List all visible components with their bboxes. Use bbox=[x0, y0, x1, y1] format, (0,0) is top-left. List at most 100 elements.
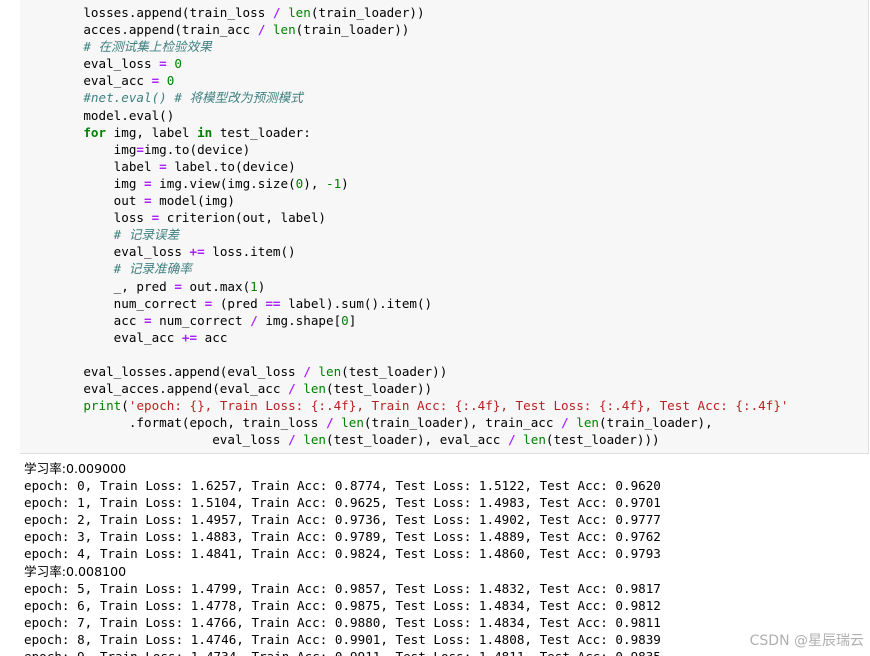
code-token: = bbox=[174, 278, 182, 294]
code-line: .format(epoch, train_loss / len(train_lo… bbox=[53, 414, 868, 431]
code-token: = bbox=[159, 158, 167, 174]
code-token: img.shape[ bbox=[257, 312, 342, 328]
code-token: (test_loader))) bbox=[545, 432, 660, 448]
code-line: eval_loss / len(test_loader), eval_acc /… bbox=[53, 431, 868, 448]
code-token: ) bbox=[257, 278, 266, 294]
code-line: label = label.to(device) bbox=[53, 158, 868, 175]
code-token: 'epoch: {}, Train Loss: {:.4f}, Train Ac… bbox=[128, 398, 789, 414]
code-line: _, pred = out.max(1) bbox=[53, 278, 868, 295]
code-line: eval_loss = 0 bbox=[53, 55, 868, 72]
code-token: = bbox=[144, 175, 152, 191]
code-token: img.view(img.size( bbox=[151, 175, 296, 191]
code-token: = bbox=[159, 56, 167, 72]
code-token: 1 bbox=[250, 278, 258, 294]
code-token: criterion(out, label) bbox=[159, 210, 326, 226]
epoch-output-line: epoch: 1, Train Loss: 1.5104, Train Acc:… bbox=[24, 495, 661, 511]
code-token: / bbox=[250, 312, 258, 328]
code-line: loss = criterion(out, label) bbox=[53, 209, 868, 226]
code-token: (train_loader)) bbox=[310, 5, 425, 20]
epoch-output-line: epoch: 8, Train Loss: 1.4746, Train Acc:… bbox=[24, 631, 661, 647]
code-token: acces.append(train_acc bbox=[53, 22, 258, 38]
code-token: ( bbox=[121, 398, 129, 414]
code-line: losses.append(train_loss / len(train_loa… bbox=[53, 4, 868, 21]
code-token: 0 bbox=[341, 312, 349, 328]
code-token: test_loader: bbox=[212, 124, 311, 140]
code-token: len bbox=[288, 5, 311, 20]
code-line: eval_acces.append(eval_acc / len(test_lo… bbox=[53, 380, 868, 397]
code-token: img.to(device) bbox=[144, 141, 251, 157]
code-token: / bbox=[561, 415, 569, 431]
learning-rate-line: 学习率:0.008100 bbox=[24, 563, 127, 579]
code-token: += bbox=[181, 329, 198, 345]
code-token: .format(epoch, train_loss bbox=[53, 415, 326, 431]
csdn-watermark: CSDN @星辰瑞云 bbox=[749, 633, 864, 649]
code-token: (pred bbox=[212, 295, 266, 311]
code-token: acc bbox=[53, 312, 144, 328]
code-token: label bbox=[53, 158, 160, 174]
code-token: == bbox=[265, 295, 281, 311]
code-token: loss bbox=[53, 210, 152, 226]
code-token: len bbox=[341, 415, 364, 431]
code-token: = bbox=[144, 193, 152, 209]
code-token: / bbox=[507, 432, 516, 448]
code-token: out bbox=[53, 193, 144, 209]
code-token: eval_loss bbox=[53, 432, 289, 448]
code-token: 0 bbox=[174, 56, 182, 72]
code-token: (train_loader), train_acc bbox=[363, 415, 562, 431]
code-token: = bbox=[136, 141, 144, 157]
code-cell[interactable]: losses.append(train_loss / len(train_loa… bbox=[20, 0, 869, 454]
code-line: # 在测试集上检验效果 bbox=[53, 38, 868, 55]
epoch-output-line: epoch: 6, Train Loss: 1.4778, Train Acc:… bbox=[24, 597, 661, 613]
code-token: label.to(device) bbox=[166, 158, 296, 174]
code-token: losses.append(train_loss bbox=[53, 5, 273, 20]
code-token: # 记录准确率 bbox=[53, 261, 192, 277]
code-line: for img, label in test_loader: bbox=[53, 124, 868, 141]
code-line: img=img.to(device) bbox=[53, 141, 868, 158]
code-line: # 记录误差 bbox=[53, 226, 868, 243]
code-token: img bbox=[53, 175, 144, 191]
code-line: model.eval() bbox=[53, 107, 868, 124]
code-token: len bbox=[576, 415, 599, 431]
code-token: model(img) bbox=[151, 193, 235, 209]
code-token: len bbox=[303, 432, 326, 448]
code-token: / bbox=[288, 432, 296, 448]
epoch-output-line: epoch: 2, Train Loss: 1.4957, Train Acc:… bbox=[24, 512, 661, 528]
code-line: num_correct = (pred == label).sum().item… bbox=[53, 295, 868, 312]
code-token: 0 bbox=[166, 73, 175, 89]
code-token: len bbox=[303, 381, 326, 397]
code-token: eval_loss bbox=[53, 56, 160, 72]
epoch-output-line: epoch: 4, Train Loss: 1.4841, Train Acc:… bbox=[24, 546, 661, 562]
code-token: in bbox=[197, 124, 213, 140]
code-line: eval_loss += loss.item() bbox=[53, 243, 868, 260]
code-line: # 记录准确率 bbox=[53, 260, 868, 277]
code-token: num_correct bbox=[53, 295, 205, 311]
code-token: # 记录误差 bbox=[53, 227, 180, 243]
code-line: eval_acc = 0 bbox=[53, 72, 868, 89]
code-token: ) bbox=[341, 175, 349, 191]
code-token: _, pred bbox=[53, 278, 175, 294]
code-line: eval_acc += acc bbox=[53, 329, 868, 346]
code-token: eval_acc bbox=[53, 73, 152, 89]
code-token: (test_loader)) bbox=[341, 363, 448, 379]
epoch-output-line: epoch: 5, Train Loss: 1.4799, Train Acc:… bbox=[24, 580, 661, 596]
code-token: for bbox=[83, 124, 107, 140]
code-token: len bbox=[523, 432, 546, 448]
epoch-output-line: epoch: 0, Train Loss: 1.6257, Train Acc:… bbox=[24, 478, 661, 494]
code-token: eval_acc bbox=[53, 329, 182, 345]
code-token: loss.item() bbox=[204, 244, 296, 260]
code-line: acc = num_correct / img.shape[0] bbox=[53, 312, 868, 329]
code-token: img, label bbox=[106, 124, 198, 140]
output-area: 学习率:0.009000 epoch: 0, Train Loss: 1.6257… bbox=[24, 460, 864, 656]
code-line: out = model(img) bbox=[53, 192, 868, 209]
code-token: / bbox=[303, 363, 311, 379]
code-token: += bbox=[189, 244, 205, 260]
code-token: acc bbox=[197, 329, 228, 345]
code-token: num_correct bbox=[151, 312, 251, 328]
code-token: print bbox=[83, 398, 122, 414]
